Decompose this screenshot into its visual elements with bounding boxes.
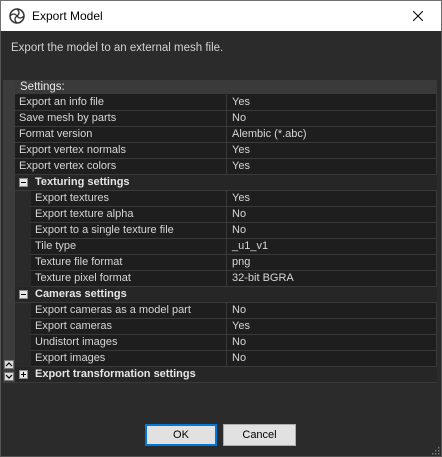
- scroll-up-button[interactable]: [4, 360, 14, 369]
- property-row-texture-file-format[interactable]: Texture file format png: [15, 255, 437, 271]
- close-button[interactable]: [395, 1, 441, 31]
- property-row-tile-type[interactable]: Tile type _u1_v1: [15, 239, 437, 255]
- property-name: Texture pixel format: [15, 271, 227, 286]
- property-name: Undistort images: [15, 335, 227, 350]
- property-row-export-cameras[interactable]: Export cameras Yes: [15, 319, 437, 335]
- property-value[interactable]: Yes: [228, 95, 436, 110]
- property-row-save-mesh-by-parts[interactable]: Save mesh by parts No: [15, 111, 437, 127]
- window-title: Export Model: [32, 9, 103, 23]
- property-name: Export an info file: [15, 95, 227, 110]
- property-row-undistort-images[interactable]: Undistort images No: [15, 335, 437, 351]
- property-value[interactable]: Yes: [228, 319, 436, 334]
- settings-header: Settings:: [15, 80, 437, 94]
- property-row-export-vertex-colors[interactable]: Export vertex colors Yes: [15, 159, 437, 175]
- property-value[interactable]: Yes: [228, 191, 436, 206]
- title-bar: Export Model: [0, 0, 442, 31]
- property-row-export-cameras-as-model-part[interactable]: Export cameras as a model part No: [15, 303, 437, 319]
- property-name: Export cameras: [15, 319, 227, 334]
- minus-box-icon[interactable]: [19, 290, 28, 299]
- property-value[interactable]: _u1_v1: [228, 239, 436, 254]
- property-value[interactable]: 32-bit BGRA: [228, 271, 436, 286]
- property-value[interactable]: No: [228, 207, 436, 222]
- group-label: Texturing settings: [35, 176, 130, 188]
- property-value[interactable]: No: [228, 223, 436, 238]
- property-row-export-images[interactable]: Export images No: [15, 351, 437, 367]
- plus-box-icon[interactable]: [19, 370, 28, 379]
- property-name: Format version: [15, 127, 227, 142]
- grid-gutter: [3, 80, 15, 383]
- property-name: Export vertex colors: [15, 159, 227, 174]
- group-export-transformation-settings[interactable]: Export transformation settings: [15, 367, 437, 383]
- property-name: Export textures: [15, 191, 227, 206]
- dialog-description: Export the model to an external mesh fil…: [11, 42, 224, 54]
- group-texturing-settings[interactable]: Texturing settings: [15, 175, 437, 191]
- property-row-export-info-file[interactable]: Export an info file Yes: [15, 95, 437, 111]
- property-name: Export cameras as a model part: [15, 303, 227, 318]
- cancel-button[interactable]: Cancel: [223, 424, 296, 446]
- property-row-format-version[interactable]: Format version Alembic (*.abc): [15, 127, 437, 143]
- property-name: Export vertex normals: [15, 143, 227, 158]
- property-value[interactable]: Alembic (*.abc): [228, 127, 436, 142]
- property-value[interactable]: Yes: [228, 159, 436, 174]
- property-row-export-single-texture-file[interactable]: Export to a single texture file No: [15, 223, 437, 239]
- property-row-export-texture-alpha[interactable]: Export texture alpha No: [15, 207, 437, 223]
- property-name: Save mesh by parts: [15, 111, 227, 126]
- close-icon: [413, 11, 423, 21]
- group-label: Cameras settings: [35, 288, 127, 300]
- app-logo-icon: [9, 8, 25, 24]
- property-value[interactable]: png: [228, 255, 436, 270]
- property-value[interactable]: No: [228, 335, 436, 350]
- property-name: Texture file format: [15, 255, 227, 270]
- scroll-down-icon: [5, 374, 13, 379]
- property-value[interactable]: No: [228, 303, 436, 318]
- property-name: Tile type: [15, 239, 227, 254]
- scroll-up-icon: [5, 362, 13, 367]
- property-name: Export texture alpha: [15, 207, 227, 222]
- property-row-texture-pixel-format[interactable]: Texture pixel format 32-bit BGRA: [15, 271, 437, 287]
- property-row-export-vertex-normals[interactable]: Export vertex normals Yes: [15, 143, 437, 159]
- minus-box-icon[interactable]: [19, 178, 28, 187]
- property-name: Export images: [15, 351, 227, 366]
- property-value[interactable]: Yes: [228, 143, 436, 158]
- property-row-export-textures[interactable]: Export textures Yes: [15, 191, 437, 207]
- group-label: Export transformation settings: [35, 368, 196, 380]
- property-value[interactable]: No: [228, 111, 436, 126]
- ok-button[interactable]: OK: [145, 424, 217, 446]
- property-value[interactable]: No: [228, 351, 436, 366]
- resize-grip-icon[interactable]: [430, 445, 440, 455]
- scroll-down-button[interactable]: [4, 372, 14, 381]
- group-cameras-settings[interactable]: Cameras settings: [15, 287, 437, 303]
- property-name: Export to a single texture file: [15, 223, 227, 238]
